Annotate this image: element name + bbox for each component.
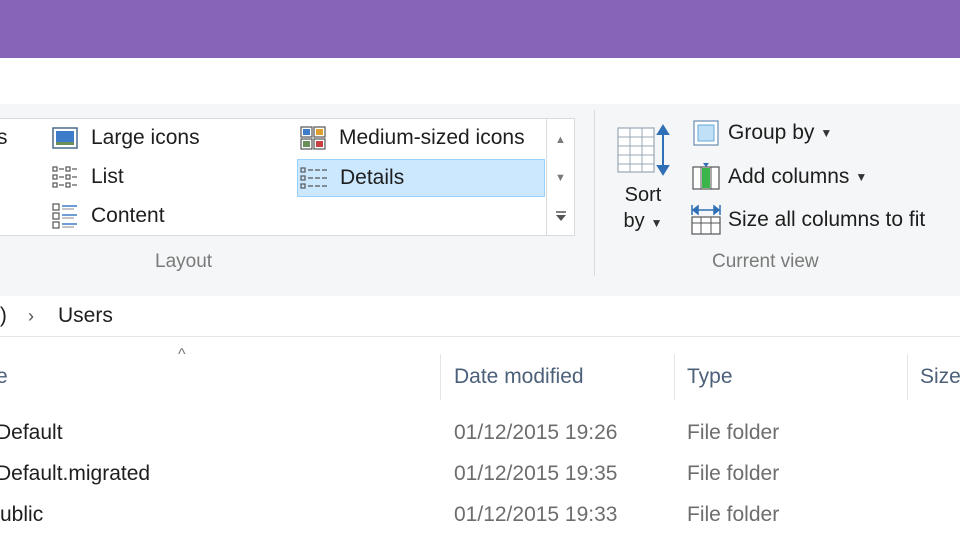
file-date: 01/12/2015 19:33 — [454, 503, 618, 526]
layout-content[interactable]: Content — [51, 199, 165, 233]
column-header-label: Size — [920, 365, 960, 388]
breadcrumb-current[interactable]: Users — [58, 304, 113, 328]
table-row[interactable]: Default.migrated 01/12/2015 19:35 File f… — [0, 454, 960, 494]
sort-by-icon — [612, 118, 674, 182]
size-columns-icon — [690, 204, 722, 235]
table-row[interactable]: Default 01/12/2015 19:26 File folder — [0, 413, 960, 453]
table-row[interactable]: ublic 01/12/2015 19:33 File folder — [0, 495, 960, 535]
group-by-button[interactable]: Group by ▼ — [690, 116, 832, 150]
column-header-label: Date modified — [454, 365, 584, 388]
layout-large-icons[interactable]: Large icons — [51, 121, 200, 155]
chevron-down-icon: ▼ — [650, 216, 663, 230]
details-view-icon — [300, 165, 328, 191]
layout-item-label: Medium-sized icons — [339, 126, 525, 149]
column-header-label: e — [0, 365, 8, 388]
size-columns-button[interactable]: Size all columns to fit — [690, 203, 925, 237]
breadcrumb-chevron-icon[interactable]: › — [28, 306, 34, 327]
medium-icons-icon — [299, 125, 327, 151]
layout-gallery-scroll: ▲ ▼ — [547, 118, 575, 236]
ribbon-view: s Large icons Medium-sized icons List De… — [0, 104, 960, 297]
scroll-up-icon[interactable]: ▲ — [547, 121, 574, 159]
layout-medium-icons[interactable]: Medium-sized icons — [299, 121, 525, 155]
file-name: ublic — [0, 503, 44, 526]
breadcrumb-segment[interactable]: :) — [0, 304, 7, 328]
sort-by-label-2: by — [623, 210, 645, 232]
file-type: File folder — [687, 503, 780, 526]
column-divider[interactable] — [674, 354, 675, 400]
address-bar[interactable]: :) › Users — [0, 296, 960, 337]
chevron-down-icon: ▼ — [855, 170, 868, 184]
column-header-name[interactable]: e — [0, 352, 436, 402]
layout-extra-large-icons[interactable]: s — [0, 121, 8, 155]
content-view-icon — [51, 203, 79, 229]
gallery-expand-icon[interactable] — [547, 197, 574, 235]
column-header-row: ^ e Date modified Type Size — [0, 346, 960, 402]
layout-list[interactable]: List — [51, 160, 124, 194]
layout-item-label: Large icons — [91, 126, 200, 149]
file-name: Default — [0, 421, 63, 444]
layout-item-label: s — [0, 126, 8, 149]
large-icons-icon — [51, 125, 79, 151]
layout-item-label: List — [91, 165, 124, 188]
file-date: 01/12/2015 19:26 — [454, 421, 618, 444]
column-header-date-modified[interactable]: Date modified — [454, 352, 674, 402]
layout-item-label: Content — [91, 204, 165, 227]
add-columns-button[interactable]: Add columns ▼ — [690, 160, 867, 194]
file-name: Default.migrated — [0, 462, 151, 485]
size-columns-label: Size all columns to fit — [728, 208, 926, 231]
sort-by-label: Sort — [624, 184, 662, 206]
list-view-icon — [51, 164, 79, 190]
column-header-type[interactable]: Type — [687, 352, 907, 402]
group-by-label: Group by — [728, 121, 815, 144]
add-columns-label: Add columns — [728, 165, 850, 188]
add-columns-icon — [690, 162, 722, 192]
chevron-down-icon: ▼ — [820, 126, 833, 140]
layout-group-label: Layout — [155, 251, 213, 272]
column-header-label: Type — [687, 365, 733, 388]
sort-by-button[interactable]: Sort by ▼ — [612, 118, 674, 242]
group-separator — [594, 110, 595, 276]
column-divider[interactable] — [907, 354, 908, 400]
file-date: 01/12/2015 19:35 — [454, 462, 618, 485]
layout-details[interactable]: Details — [297, 159, 545, 197]
title-bar — [0, 0, 960, 58]
layout-item-label: Details — [340, 166, 405, 189]
current-view-group-label: Current view — [712, 251, 819, 272]
file-type: File folder — [687, 462, 780, 485]
layout-gallery: s Large icons Medium-sized icons List De… — [0, 118, 547, 236]
file-type: File folder — [687, 421, 780, 444]
column-divider[interactable] — [440, 354, 441, 400]
group-by-icon — [690, 118, 722, 148]
column-header-size[interactable]: Size — [920, 352, 960, 402]
scroll-down-icon[interactable]: ▼ — [547, 159, 574, 197]
ribbon-tab-strip — [0, 58, 960, 104]
